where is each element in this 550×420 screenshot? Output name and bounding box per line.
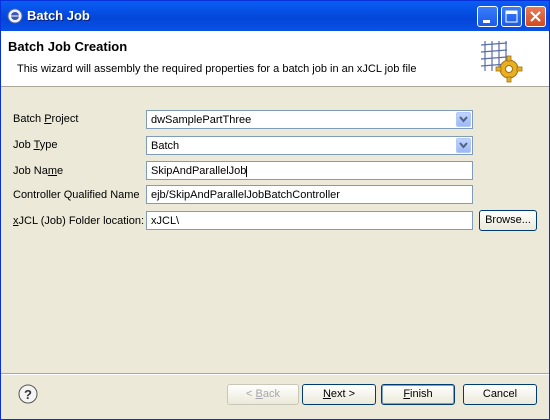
batch-project-label: Batch Project	[13, 113, 78, 125]
grid-gear-icon	[480, 41, 523, 83]
folder-input[interactable]: xJCL\	[146, 211, 473, 230]
next-button[interactable]: Next >	[302, 384, 376, 405]
minimize-icon	[483, 20, 490, 23]
label-text: ext >	[330, 388, 356, 400]
help-question-icon[interactable]: ?	[18, 384, 38, 404]
label-text: inish	[410, 388, 433, 400]
controller-value: ejb/SkipAndParallelJobBatchController	[151, 189, 340, 201]
minimize-button[interactable]	[477, 6, 498, 27]
finish-button[interactable]: Finish	[381, 384, 455, 405]
label-text: Batch	[13, 113, 45, 125]
eclipse-icon	[7, 8, 23, 24]
label-text: Job Na	[13, 165, 48, 177]
label-text: JCL (Job) Folder location:	[18, 215, 145, 227]
chevron-down-icon	[459, 116, 468, 123]
batch-job-dialog: Batch Job Batch Job Creation This wizard…	[0, 0, 550, 420]
label-text: ype	[39, 139, 58, 151]
banner-description: This wizard will assembly the required p…	[17, 63, 417, 75]
close-button[interactable]	[525, 6, 546, 27]
job-name-label: Job Name	[13, 165, 63, 177]
maximize-icon	[505, 10, 518, 23]
controller-label: Controller Qualified Name	[13, 189, 140, 201]
wizard-banner: Batch Job Creation This wizard will asse…	[1, 31, 549, 87]
text-cursor	[246, 165, 248, 177]
label-mnemonic: m	[47, 165, 58, 177]
label-mnemonic: B	[255, 388, 263, 400]
maximize-button[interactable]	[501, 6, 522, 27]
label-mnemonic: N	[322, 388, 331, 400]
svg-text:?: ?	[24, 387, 32, 402]
job-type-combo[interactable]: Batch	[146, 136, 473, 155]
close-icon	[530, 11, 541, 22]
footer-separator	[1, 373, 549, 375]
job-type-label: Job Type	[13, 139, 57, 151]
label-mnemonic: P	[44, 113, 52, 125]
label-text: <	[246, 388, 256, 400]
label-text: roject	[51, 113, 79, 125]
title-bar[interactable]: Batch Job	[1, 1, 549, 31]
chevron-down-icon	[459, 142, 468, 149]
job-type-value: Batch	[151, 140, 180, 152]
job-name-input[interactable]: SkipAndParallelJob	[146, 161, 473, 180]
job-name-value: SkipAndParallelJob	[151, 165, 247, 177]
back-button[interactable]: < Back	[227, 384, 299, 405]
job-type-dropdown-button[interactable]	[456, 138, 471, 153]
label-text: Job	[13, 139, 34, 151]
batch-project-combo[interactable]: dwSamplePartThree	[146, 110, 473, 129]
cancel-button[interactable]: Cancel	[463, 384, 537, 405]
label-text: ack	[262, 388, 280, 400]
folder-value: xJCL\	[151, 215, 180, 227]
label-text: e	[57, 165, 64, 177]
browse-button[interactable]: Browse...	[479, 210, 537, 231]
controller-input[interactable]: ejb/SkipAndParallelJobBatchController	[146, 185, 473, 204]
batch-project-value: dwSamplePartThree	[151, 114, 252, 126]
folder-label: xJCL (Job) Folder location:	[13, 215, 144, 227]
batch-project-dropdown-button[interactable]	[456, 112, 471, 127]
window-title: Batch Job	[27, 8, 90, 23]
banner-title: Batch Job Creation	[8, 39, 128, 54]
